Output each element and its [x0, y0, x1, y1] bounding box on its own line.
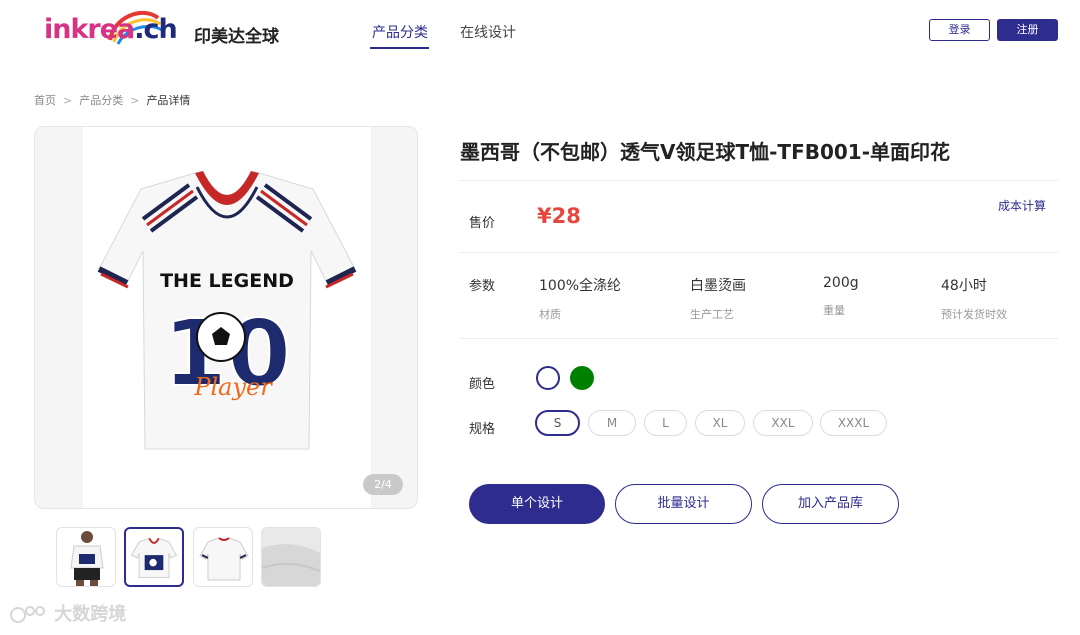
watermark: 大数跨境: [8, 600, 126, 627]
color-swatch-white[interactable]: [536, 366, 560, 390]
param-value: 200g: [823, 275, 859, 291]
breadcrumb-current: 产品详情: [146, 94, 191, 107]
param-key: 预计发货时效: [941, 308, 1007, 321]
breadcrumb-home[interactable]: 首页: [34, 94, 56, 107]
divider: [460, 180, 1058, 181]
size-option-xxl[interactable]: XXL: [753, 410, 813, 436]
param-weight: 200g 重量: [823, 275, 859, 318]
size-option-s[interactable]: S: [535, 410, 580, 436]
shirt-front-thumbnail-icon: [130, 537, 178, 578]
param-key: 材质: [539, 308, 561, 321]
add-to-library-button[interactable]: 加入产品库: [762, 484, 899, 524]
param-value: 白墨烫画: [690, 278, 746, 294]
jersey-image: THE LEGEND 10 Player: [97, 171, 357, 450]
main-image-canvas: THE LEGEND 10 Player: [83, 127, 371, 508]
nav-active-underline: [370, 47, 429, 49]
shirt-back-thumbnail-icon: [199, 537, 249, 581]
register-button[interactable]: 注册: [997, 19, 1058, 41]
site-logo[interactable]: inkrea.ch: [44, 6, 178, 56]
watermark-text: 大数跨境: [54, 604, 127, 625]
breadcrumb: 首页 > 产品分类 > 产品详情: [34, 92, 190, 108]
brand-name: 印美达全球: [194, 27, 279, 47]
price-label: 售价: [469, 216, 496, 231]
param-value: 100%全涤纶: [539, 278, 622, 294]
size-option-xxxl[interactable]: XXXL: [820, 410, 887, 436]
breadcrumb-category[interactable]: 产品分类: [79, 94, 123, 107]
spec-label: 规格: [469, 422, 496, 437]
size-option-l[interactable]: L: [644, 410, 687, 436]
size-option-xl[interactable]: XL: [695, 410, 745, 436]
product-price: ¥28: [537, 204, 581, 228]
jersey-script: Player: [193, 373, 273, 401]
batch-design-button[interactable]: 批量设计: [615, 484, 752, 524]
jersey-text: THE LEGEND: [160, 270, 294, 292]
size-option-m[interactable]: M: [588, 410, 636, 436]
param-shipping-time: 48小时 预计发货时效: [941, 275, 1007, 322]
main-product-image[interactable]: THE LEGEND 10 Player: [34, 126, 418, 509]
breadcrumb-separator: >: [63, 94, 73, 107]
fabric-thumbnail-icon: [262, 528, 320, 586]
color-label: 颜色: [469, 377, 496, 392]
param-key: 重量: [823, 304, 845, 317]
image-page-counter: 2/4: [363, 474, 403, 495]
params-label: 参数: [469, 279, 496, 294]
thumbnail-back[interactable]: [193, 527, 253, 587]
watermark-logo-icon: [10, 606, 45, 623]
color-swatch-green[interactable]: [570, 366, 594, 390]
param-material: 100%全涤纶 材质: [539, 275, 621, 322]
param-process: 白墨烫画 生产工艺: [690, 275, 746, 322]
login-button[interactable]: 登录: [929, 19, 990, 41]
param-key: 生产工艺: [690, 308, 734, 321]
nav-online-design[interactable]: 在线设计: [460, 22, 516, 42]
top-header: inkrea.ch 印美达全球 产品分类 在线设计 登录 注册: [0, 0, 1080, 64]
nav-product-category[interactable]: 产品分类: [372, 22, 428, 42]
thumbnail-fabric[interactable]: [261, 527, 321, 587]
divider: [460, 252, 1058, 253]
thumbnail-model[interactable]: [56, 527, 116, 587]
single-design-button[interactable]: 单个设计: [469, 484, 605, 524]
param-value: 48小时: [941, 278, 987, 294]
thumbnail-front[interactable]: [124, 527, 184, 587]
logo-wordmark: inkrea.ch: [44, 14, 178, 45]
model-thumbnail-icon: [70, 531, 104, 586]
divider: [460, 338, 1058, 339]
product-title: 墨西哥（不包邮）透气V领足球T恤-TFB001-单面印花: [460, 140, 951, 164]
breadcrumb-separator: >: [130, 94, 140, 107]
cost-calculation-link[interactable]: 成本计算: [998, 197, 1046, 214]
